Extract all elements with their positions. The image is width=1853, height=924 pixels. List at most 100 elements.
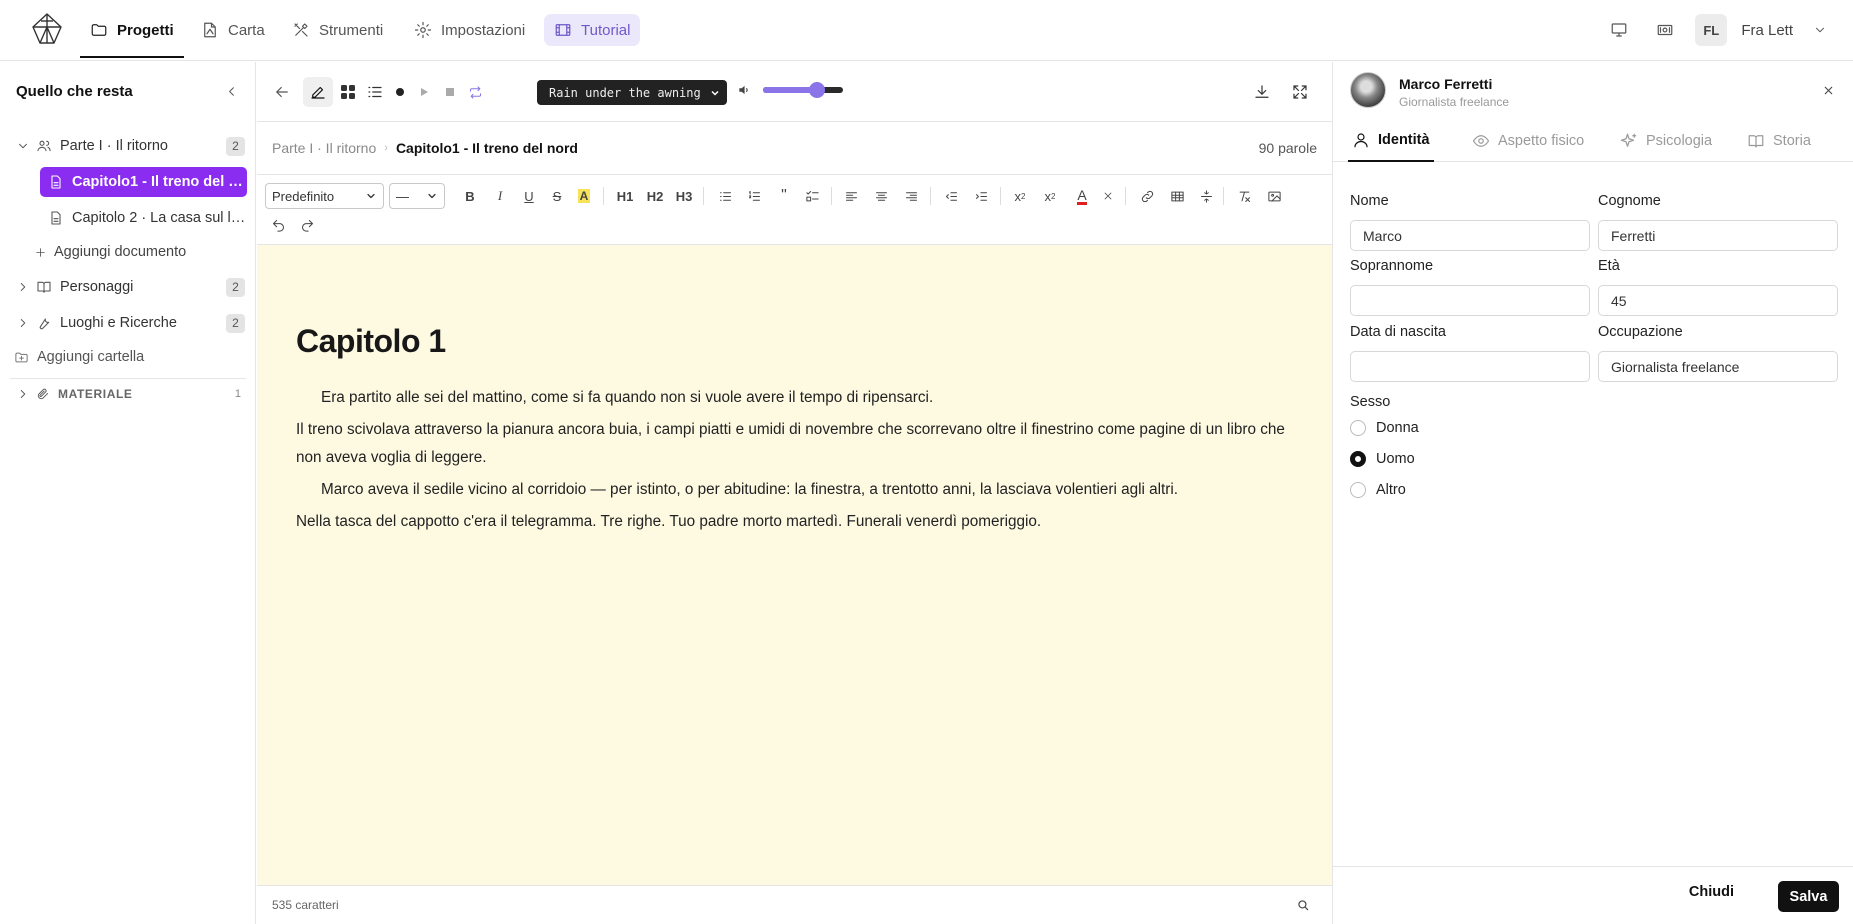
chevron-down-icon[interactable] [1813,23,1827,37]
chevron-down-icon[interactable] [16,139,30,153]
text-color-button[interactable]: A [1069,184,1095,208]
format-toolbar: Predefinito — B I U S A H1 H2 H3 " x 2 x… [257,175,1332,245]
strikethrough-button[interactable]: S [544,184,570,208]
nav-tab-label: Strumenti [319,21,384,39]
download-button[interactable] [1247,77,1277,107]
data-nascita-input[interactable] [1350,351,1590,382]
font-size-select[interactable]: — [389,183,445,209]
cognome-input[interactable]: Ferretti [1598,220,1838,251]
close-panel-button[interactable] [1817,79,1839,101]
indent-button[interactable] [968,184,994,208]
user-name[interactable]: Fra Lett [1741,22,1793,39]
arrow-left-icon [276,86,288,98]
align-right-button[interactable] [898,184,924,208]
sidebar-item-capitolo-1[interactable]: Capitolo1 - Il treno del nord [40,167,247,197]
chevron-right-icon[interactable] [16,316,30,330]
back-button[interactable] [267,77,297,107]
chiudi-button[interactable]: Chiudi [1689,884,1734,900]
clear-color-button[interactable] [1095,184,1121,208]
occupazione-input[interactable]: Giornalista freelance [1598,351,1838,382]
volume-icon[interactable] [737,83,751,97]
radio-circle[interactable] [1350,482,1366,498]
nav-tab-label: Tutorial [581,21,631,39]
salva-button[interactable]: Salva [1778,881,1839,912]
clear-format-button[interactable] [1231,184,1257,208]
chevron-right-icon[interactable] [16,387,30,401]
write-mode-button[interactable] [303,77,333,107]
data-nascita-label: Data di nascita [1350,324,1446,340]
sidebar-item-label: Parte I · Il ritorno [60,138,168,154]
nav-tab-carta[interactable]: Carta [191,14,275,46]
nav-tab-progetti[interactable]: Progetti [80,14,184,58]
checklist-button[interactable] [799,184,825,208]
add-document-button[interactable]: Aggiungi documento [28,237,247,267]
volume-slider[interactable] [763,82,843,98]
heading2-button[interactable]: H2 [642,184,668,208]
undo-button[interactable] [265,213,291,237]
document-paragraph[interactable]: Marco aveva il sedile vicino al corridoi… [296,476,1292,504]
nav-tab-label: Carta [228,21,265,39]
loop-button[interactable] [460,77,490,107]
outdent-button[interactable] [938,184,964,208]
eta-input[interactable]: 45 [1598,285,1838,316]
superscript-button[interactable]: x2 [1007,184,1033,208]
monitor-icon[interactable] [1603,14,1635,46]
search-icon[interactable] [1296,898,1310,912]
nav-tab-strumenti[interactable]: Strumenti [282,14,393,46]
paragraph-style-select[interactable]: Predefinito [265,183,384,209]
align-center-button[interactable] [868,184,894,208]
tab-identita[interactable]: Identità [1348,120,1434,162]
highlight-button[interactable]: A [571,184,597,208]
sidebar-item-luoghi[interactable]: Luoghi e Ricerche 2 [10,308,247,338]
radio-circle-selected[interactable] [1350,451,1366,467]
quote-button[interactable]: " [771,184,797,208]
numbered-list-button[interactable] [741,184,767,208]
heading3-button[interactable]: H3 [671,184,697,208]
radio-uomo[interactable]: Uomo [1350,451,1415,467]
align-left-button[interactable] [838,184,864,208]
link-button[interactable] [1134,184,1160,208]
nome-input[interactable]: Marco [1350,220,1590,251]
board-view-button[interactable] [333,77,363,107]
sidebar-item-personaggi[interactable]: Personaggi 2 [10,272,247,302]
insert-image-button[interactable] [1261,184,1287,208]
nav-tab-tutorial[interactable]: Tutorial [544,14,641,46]
underline-button[interactable]: U [516,184,542,208]
divider-button[interactable] [1193,184,1219,208]
chevron-right-icon[interactable] [16,280,30,294]
table-button[interactable] [1164,184,1190,208]
ambient-sound-select[interactable]: Rain under the awning [537,80,727,105]
radio-label: Uomo [1376,451,1415,467]
tab-aspetto-fisico[interactable]: Aspetto fisico [1468,120,1588,162]
subscript-button[interactable]: x2 [1037,184,1063,208]
volume-handle[interactable] [809,82,826,98]
collapse-sidebar-icon[interactable] [224,84,239,99]
bullet-list-button[interactable] [712,184,738,208]
app-logo-icon[interactable] [30,12,64,46]
redo-button[interactable] [294,213,320,237]
radio-donna[interactable]: Donna [1350,420,1419,436]
money-icon[interactable] [1649,14,1681,46]
document-paragraph[interactable]: Era partito alle sei del mattino, come s… [296,384,1292,412]
radio-circle[interactable] [1350,420,1366,436]
radio-altro[interactable]: Altro [1350,482,1406,498]
document-heading[interactable]: Capitolo 1 [296,323,1292,360]
tab-storia[interactable]: Storia [1743,120,1815,162]
heading1-button[interactable]: H1 [612,184,638,208]
bold-button[interactable]: B [457,184,483,208]
sidebar-item-capitolo-2[interactable]: Capitolo 2 · La casa sul lago [40,203,247,233]
sidebar-item-materiale[interactable]: MATERIALE 1 [10,379,247,409]
soprannome-input[interactable] [1350,285,1590,316]
fullscreen-button[interactable] [1285,77,1315,107]
breadcrumb-parent[interactable]: Parte I · Il ritorno [272,140,376,156]
document-paragraph[interactable]: Nella tasca del cappotto c'era il telegr… [296,508,1292,536]
breadcrumb: Parte I · Il ritorno › Capitolo1 - Il tr… [257,122,1332,175]
user-avatar[interactable]: FL [1695,14,1728,46]
tab-psicologia[interactable]: Psicologia [1616,120,1716,162]
document-paragraph[interactable]: Il treno scivolava attraverso la pianura… [296,416,1292,472]
nav-tab-impostazioni[interactable]: Impostazioni [404,14,535,46]
italic-button[interactable]: I [487,184,513,208]
sidebar-item-parte-1[interactable]: Parte I · Il ritorno 2 [10,131,247,161]
add-folder-button[interactable]: Aggiungi cartella [6,342,243,372]
document-page[interactable]: Capitolo 1 Era partito alle sei del matt… [257,245,1332,885]
